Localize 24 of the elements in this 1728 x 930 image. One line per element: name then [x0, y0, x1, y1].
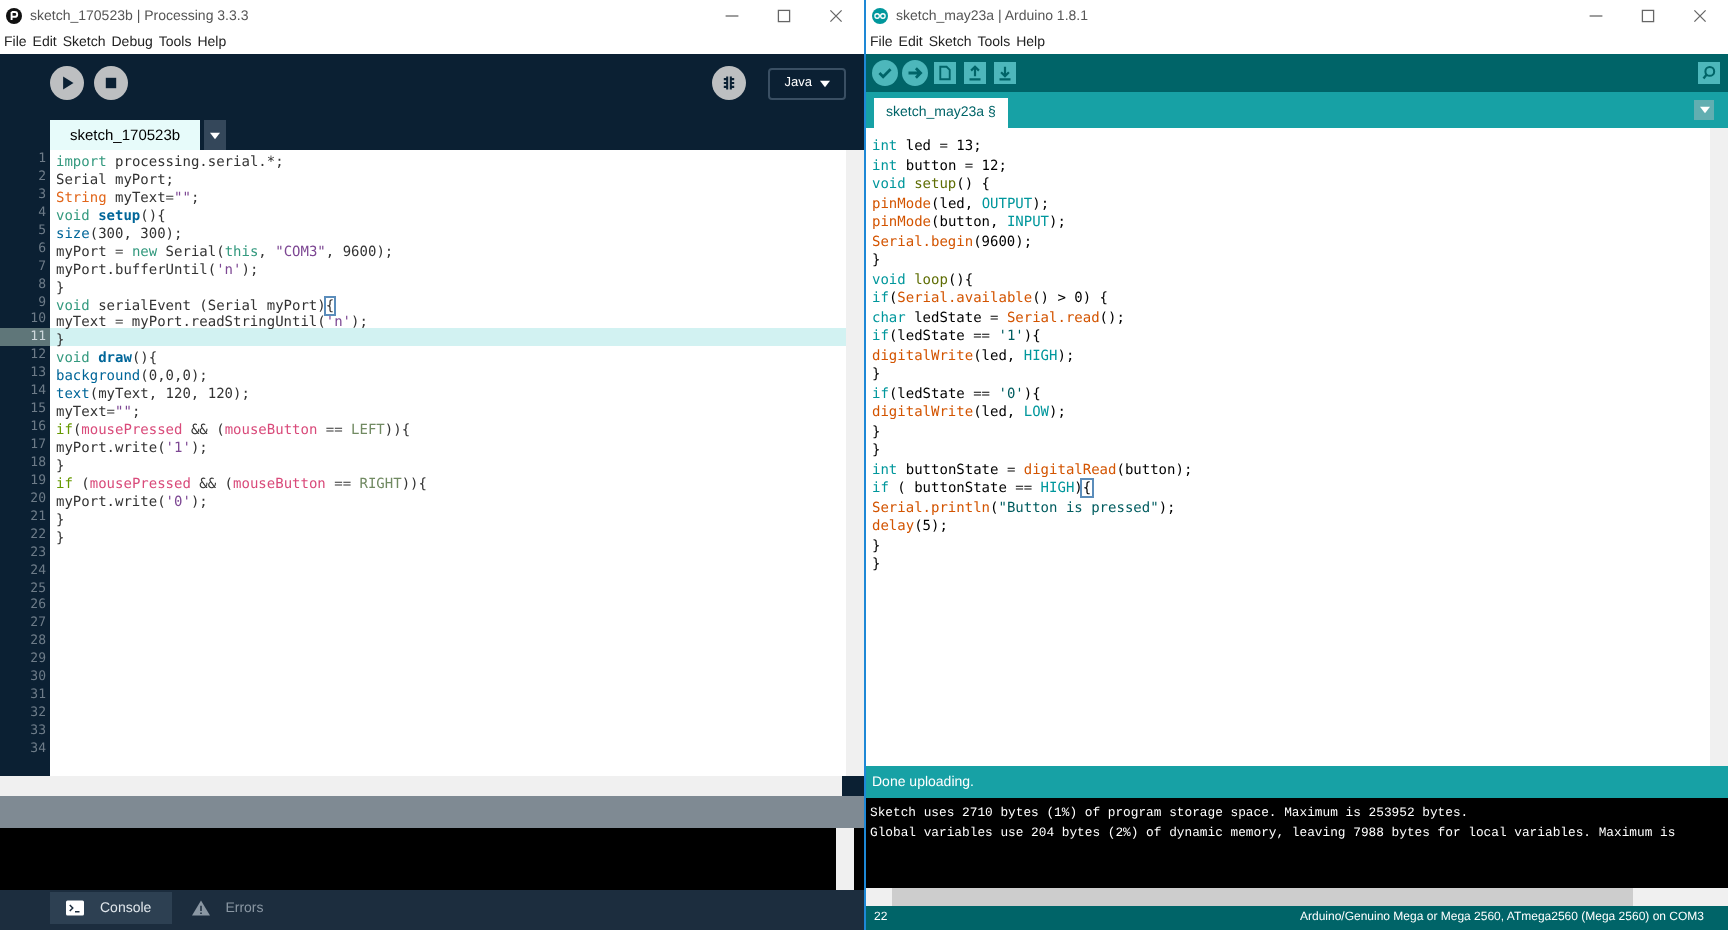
caret-icon — [1699, 106, 1709, 114]
vertical-scrollbar[interactable] — [846, 150, 864, 776]
app-logo-icon — [872, 8, 888, 24]
new-file-icon[interactable] — [934, 62, 956, 84]
maximize-icon[interactable] — [776, 8, 792, 24]
close-icon[interactable] — [1692, 8, 1708, 24]
maximize-icon[interactable] — [1640, 8, 1656, 24]
tab-menu-button[interactable] — [204, 120, 227, 150]
caret-icon — [820, 79, 830, 87]
horizontal-scrollbar[interactable] — [0, 776, 864, 796]
debug-button[interactable] — [712, 66, 747, 100]
verify-icon[interactable] — [872, 60, 898, 86]
caret-icon — [210, 131, 221, 139]
horizontal-scrollbar[interactable] — [866, 888, 1728, 906]
vertical-scrollbar[interactable] — [836, 828, 854, 890]
warning-icon — [191, 900, 210, 916]
search-icon[interactable] — [1698, 62, 1720, 84]
app-logo-icon — [6, 8, 22, 24]
close-icon[interactable] — [828, 8, 844, 24]
stop-button[interactable] — [94, 66, 128, 100]
terminal-icon — [66, 900, 84, 916]
upload-icon[interactable] — [902, 60, 928, 86]
vertical-scrollbar[interactable] — [1710, 128, 1728, 766]
run-button[interactable] — [50, 66, 84, 100]
